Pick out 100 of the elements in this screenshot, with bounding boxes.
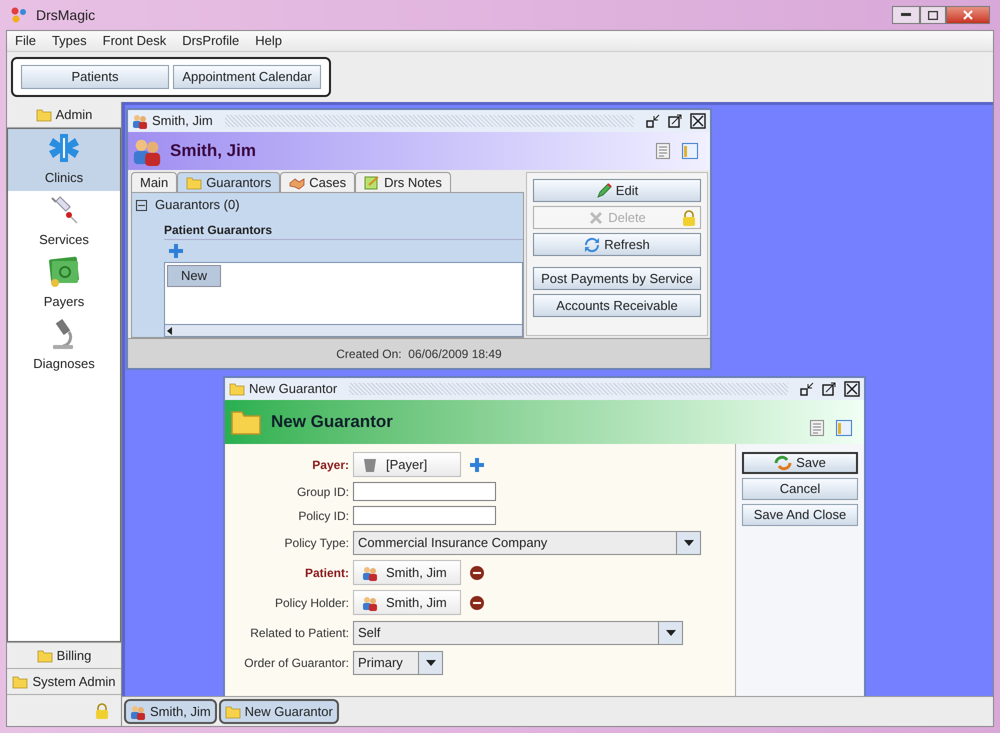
taskbar-item[interactable]: Smith, Jim [124, 699, 217, 724]
people-icon [130, 704, 146, 720]
action-button[interactable]: Save And Close [742, 504, 858, 526]
dropdown-field[interactable]: Commercial Insurance Company [353, 530, 701, 554]
list-item[interactable]: New [167, 265, 221, 287]
field-label: Policy ID: [297, 508, 349, 524]
people-icon [362, 594, 378, 610]
minimize-button[interactable] [892, 6, 920, 24]
menu-item[interactable]: File [15, 31, 36, 51]
sidebar-group[interactable]: System Admin [7, 668, 121, 694]
created-on-text: Created On: 06/06/2009 18:49 [336, 346, 502, 362]
folder-icon [186, 176, 202, 190]
close-icon[interactable] [844, 381, 860, 397]
menu-item[interactable]: DrsProfile [182, 31, 240, 51]
field-label: Policy Type: [284, 534, 349, 552]
maximize-icon [928, 10, 938, 20]
toolbar-button[interactable]: Appointment Calendar [173, 65, 321, 89]
folder-icon [36, 108, 52, 122]
folder-icon [229, 408, 263, 436]
caret-icon [684, 540, 694, 546]
item-label: Services [39, 230, 89, 248]
toolbar-button[interactable]: Patients [21, 65, 169, 89]
tab[interactable]: Main [131, 172, 178, 192]
folder-icon [12, 674, 28, 688]
dropdown-field[interactable]: Self [353, 620, 683, 644]
folder-icon [36, 648, 53, 662]
restore-icon[interactable] [646, 114, 660, 128]
x-icon [588, 210, 604, 226]
sidebar-group[interactable]: Billing [7, 642, 121, 668]
scrollbar[interactable] [165, 324, 522, 336]
field-label: Patient: [304, 564, 349, 582]
maximize-icon[interactable] [668, 114, 682, 128]
frame-title: Smith, Jim [152, 112, 213, 130]
plus-icon[interactable] [469, 456, 485, 472]
plus-icon[interactable] [168, 243, 184, 259]
action-button[interactable]: Cancel [742, 478, 858, 500]
picker-button[interactable]: Smith, Jim [353, 590, 461, 615]
menu-item[interactable]: Help [255, 31, 282, 51]
picker-button[interactable]: Smith, Jim [353, 560, 461, 585]
caret-icon [426, 660, 436, 666]
pencil-icon [596, 182, 612, 198]
group-label: System Admin [32, 672, 116, 691]
people-icon [362, 564, 378, 580]
close-icon[interactable] [690, 113, 706, 129]
item-label: Payers [44, 292, 84, 311]
minimize-icon [901, 13, 911, 17]
menu-item[interactable]: Front Desk [102, 31, 166, 51]
folder-icon [224, 704, 241, 718]
item-label: Clinics [44, 168, 84, 186]
people-icon [132, 113, 148, 129]
window-heading: New Guarantor [271, 411, 393, 434]
picker-button[interactable]: [Payer] [353, 452, 461, 477]
panel-view-icon[interactable] [836, 420, 852, 436]
money-icon [47, 256, 81, 288]
scroll-left-icon[interactable] [165, 326, 175, 336]
dropdown-field[interactable]: Primary [353, 650, 443, 674]
close-button[interactable] [946, 6, 990, 24]
maximize-button[interactable] [920, 6, 946, 24]
list-view-icon[interactable] [656, 143, 670, 159]
menu-item[interactable]: Types [52, 31, 87, 51]
medical-star-icon [48, 132, 80, 164]
panel-view-icon[interactable] [682, 143, 698, 159]
tab[interactable]: Guarantors [177, 172, 280, 192]
action-button[interactable]: Accounts Receivable [533, 294, 701, 317]
sidebar-item[interactable]: Payers [8, 253, 120, 315]
action-button[interactable]: Refresh [533, 233, 701, 256]
text-field[interactable] [353, 482, 496, 501]
maximize-icon[interactable] [822, 382, 836, 396]
sidebar-item[interactable]: Clinics [8, 129, 120, 191]
folder-icon [229, 382, 245, 396]
field-label: Payer: [311, 456, 349, 474]
taskbar-item[interactable]: New Guarantor [218, 699, 339, 724]
restore-icon[interactable] [800, 382, 814, 396]
tab[interactable]: Drs Notes [355, 172, 451, 192]
action-button[interactable]: Edit [533, 179, 701, 202]
remove-icon[interactable] [469, 564, 485, 580]
list-view-icon[interactable] [810, 420, 824, 436]
field-label: Policy Holder: [274, 594, 349, 612]
tree-node-label: Guarantors (0) [155, 196, 240, 214]
sidebar-item[interactable]: Diagnoses [8, 315, 120, 377]
frame-title: New Guarantor [249, 380, 338, 398]
lock-icon [95, 702, 109, 718]
remove-icon[interactable] [469, 594, 485, 610]
item-label: Diagnoses [33, 354, 95, 373]
group-label: Admin [56, 106, 92, 124]
action-button[interactable]: Save [742, 452, 858, 474]
app-logo-icon [10, 6, 28, 24]
save-icon [774, 455, 792, 471]
handshake-icon [289, 176, 306, 190]
text-field[interactable] [353, 506, 496, 525]
collapse-icon[interactable] [136, 200, 147, 210]
patient-heading: Smith, Jim [170, 140, 256, 162]
action-button[interactable]: Post Payments by Service [533, 267, 701, 290]
field-label: Related to Patient: [249, 624, 349, 642]
window-title: DrsMagic [36, 6, 96, 25]
sidebar-item[interactable]: Services [8, 191, 120, 253]
tab[interactable]: Cases [280, 172, 356, 192]
caret-icon [666, 630, 676, 636]
section-heading: Patient Guarantors [164, 217, 523, 240]
notepad-icon [364, 176, 380, 190]
